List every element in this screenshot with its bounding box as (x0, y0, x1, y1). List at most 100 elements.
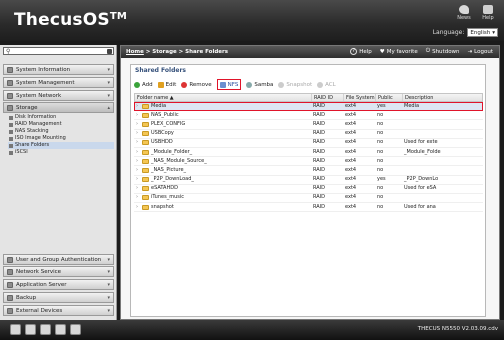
column-header-file-system[interactable]: File System (344, 94, 376, 101)
folder-name-cell: › _NAS_Picture_ (136, 166, 187, 175)
expand-icon[interactable]: › (136, 111, 140, 120)
folder-icon (142, 121, 149, 127)
sidebar-category-system-information[interactable]: System Information ▾ (3, 64, 114, 75)
expand-icon[interactable]: › (136, 166, 140, 175)
download-icon[interactable] (55, 324, 66, 335)
snapshot-button[interactable]: Snapshot (278, 81, 312, 88)
search-input[interactable]: ⚲ (3, 47, 114, 55)
file-system-cell: ext4 (345, 139, 357, 146)
sidebar-category-application-server[interactable]: Application Server ▾ (3, 279, 114, 290)
public-cell: no (377, 148, 384, 155)
help-icon: ? (350, 48, 358, 55)
sidebar-category-backup[interactable]: Backup ▾ (3, 292, 114, 303)
public-cell: yes (377, 176, 386, 183)
add-icon (134, 81, 140, 88)
breadcrumb-bar: Home > Storage > Share Folders ? Help ♥ My… (121, 46, 499, 58)
app-grid-icon[interactable] (10, 324, 21, 335)
expand-icon[interactable]: › (136, 138, 140, 147)
sidebar-category-user-group-authentication[interactable]: User and Group Authentication ▾ (3, 254, 114, 265)
expand-icon[interactable]: › (136, 102, 140, 111)
firmware-version: THECUS N5550 V2.03.09.cdv (417, 326, 498, 332)
stacking-icon (9, 129, 13, 134)
news-icon[interactable]: News (456, 5, 472, 21)
add-button[interactable]: Add (134, 81, 153, 88)
breadcrumb-home-link[interactable]: Home (126, 49, 144, 55)
clear-search-icon[interactable] (107, 49, 112, 54)
help-link[interactable]: ? Help (350, 48, 372, 55)
column-header-description[interactable]: Description (403, 94, 448, 101)
folder-icon (142, 103, 149, 109)
sidebar-item-nas-stacking[interactable]: NAS Stacking (8, 128, 114, 135)
edit-button[interactable]: Edit (157, 81, 176, 88)
device-icon (7, 307, 13, 314)
raid-id-cell: RAID (313, 120, 326, 127)
expand-icon[interactable]: › (136, 175, 140, 184)
shutdown-link[interactable]: ⏻ Shutdown (426, 48, 460, 55)
settings-icon[interactable] (40, 324, 51, 335)
public-cell: no (377, 111, 384, 118)
remove-button[interactable]: Remove (181, 81, 212, 88)
expand-icon[interactable]: › (136, 193, 140, 202)
folder-icon (9, 143, 13, 148)
expand-icon[interactable]: › (136, 120, 140, 129)
column-header-public[interactable]: Public (376, 94, 403, 101)
table-row[interactable]: › snapshot RAID ext4 no Used for ana (134, 203, 483, 213)
sidebar-category-system-management[interactable]: System Management ▾ (3, 77, 114, 88)
expand-icon[interactable]: › (136, 157, 140, 166)
raid-id-cell: RAID (313, 166, 326, 173)
folder-icon (142, 140, 149, 146)
nfs-button[interactable]: NFS (216, 79, 242, 90)
sidebar-category-network-service[interactable]: Network Service ▾ (3, 266, 114, 277)
sidebar-category-storage[interactable]: Storage ▴ (3, 102, 114, 113)
storage-icon (7, 104, 13, 111)
sidebar-item-disk-information[interactable]: Disk Information (8, 114, 114, 121)
panel-title: Shared Folders (135, 67, 186, 74)
folder-icon (142, 167, 149, 173)
folder-name-cell: › USBHDD (136, 138, 173, 147)
file-system-cell: ext4 (345, 130, 357, 137)
acl-icon (317, 81, 324, 88)
folder-icon[interactable] (25, 324, 36, 335)
folder-name-cell: › USBCopy (136, 129, 174, 138)
samba-button[interactable]: Samba (246, 81, 273, 88)
folder-icon (142, 195, 149, 201)
help-icon[interactable]: Help (480, 5, 496, 21)
raid-id-cell: RAID (313, 111, 326, 118)
expand-icon[interactable]: › (136, 148, 140, 157)
expand-icon[interactable]: › (136, 184, 140, 193)
column-header-folder-name[interactable]: Folder name ▲ (135, 94, 312, 101)
file-system-cell: ext4 (345, 111, 357, 118)
acl-button[interactable]: ACL (317, 81, 336, 88)
sidebar-item-raid-management[interactable]: RAID Management (8, 121, 114, 128)
chevron-down-icon: ▾ (107, 67, 110, 73)
table-body: › Media RAID ext4 yes Media › NAS_Public RAID ext… (134, 102, 483, 213)
iso-icon (9, 136, 13, 141)
sidebar-category-system-network[interactable]: System Network ▾ (3, 90, 114, 101)
user-icon (7, 256, 13, 263)
sidebar: ⚲ System Information ▾ System Management ▾… (0, 45, 117, 320)
chevron-down-icon: ▾ (107, 282, 110, 288)
snapshot-icon (278, 81, 285, 88)
file-system-cell: ext4 (345, 203, 357, 210)
sidebar-item-share-folders[interactable]: Share Folders (8, 142, 114, 149)
sidebar-item-iso-image-mounting[interactable]: ISO Image Mounting (8, 135, 114, 142)
folder-name-cell: › NAS_Public (136, 111, 179, 120)
sidebar-category-external-devices[interactable]: External Devices ▾ (3, 305, 114, 316)
column-header-raid-id[interactable]: RAID ID (312, 94, 344, 101)
description-cell: Media (404, 102, 420, 109)
my-favorite-link[interactable]: ♥ My favorite (380, 49, 418, 55)
raid-id-cell: RAID (313, 194, 326, 201)
expand-icon[interactable]: › (136, 203, 140, 212)
language-select[interactable]: English ▾ (467, 28, 498, 37)
expand-icon[interactable]: › (136, 129, 140, 138)
folder-name-cell: › _P2P_DownLoad_ (136, 175, 194, 184)
raid-id-cell: RAID (313, 203, 326, 210)
user-icon[interactable] (70, 324, 81, 335)
file-system-cell: ext4 (345, 176, 357, 183)
logout-link[interactable]: ⇥ Logout (468, 49, 493, 55)
sidebar-item-iscsi[interactable]: iSCSI (8, 149, 114, 156)
storage-submenu: Disk Information RAID Management NAS Sta… (8, 114, 114, 156)
file-system-cell: ext4 (345, 102, 357, 109)
public-cell: no (377, 130, 384, 137)
search-icon: ⚲ (6, 48, 11, 55)
